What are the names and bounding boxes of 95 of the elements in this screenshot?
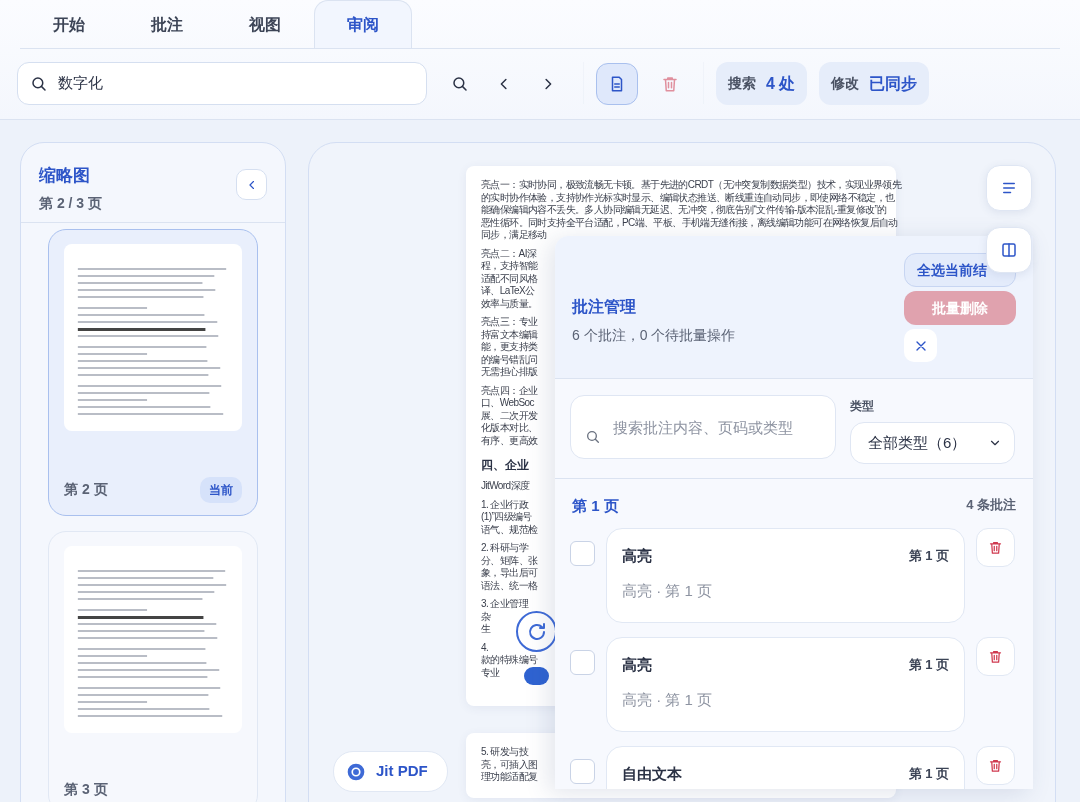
text-line: 程，支持智能: [481, 260, 538, 273]
annotation-count: 4 条批注: [966, 496, 1016, 514]
annotation-card[interactable]: 自由文本 第 1 页: [606, 745, 965, 789]
brand-name: Jit PDF: [376, 761, 428, 782]
trash-icon: [661, 74, 679, 93]
annotation-title: 自由文本: [622, 763, 682, 784]
text-line: 分、矩阵、张: [481, 554, 538, 567]
tab[interactable]: 开始: [20, 0, 118, 48]
columns-icon: [1000, 241, 1018, 259]
text-line: 亮点四：企业: [481, 384, 538, 397]
status-value: 4 处: [766, 73, 796, 94]
text-line: 的编号错乱问: [481, 353, 538, 366]
status-label: 搜索: [728, 74, 756, 93]
drag-handle[interactable]: [524, 666, 549, 685]
type-dropdown[interactable]: 全部类型（6）: [850, 422, 1015, 464]
section-heading: 四、企业: [481, 457, 529, 474]
status-value: 已同步: [869, 73, 918, 94]
text-line: 亮点三：专业: [481, 316, 538, 329]
search-field[interactable]: 数字化: [17, 62, 427, 105]
text-line: 能，更支持类: [481, 341, 538, 354]
checkbox[interactable]: [570, 649, 595, 675]
text-line: 化版本对比、: [481, 422, 538, 435]
panel-title: 批注管理: [572, 297, 637, 317]
text-line: 专业: [481, 666, 500, 679]
text-line: 同步，满足移动: [481, 229, 547, 242]
annotation-page: 第 1 页: [908, 547, 949, 565]
page-label: 第 3 页: [64, 779, 108, 799]
text-line: 语法、统一格: [481, 579, 538, 592]
annotation-meta: 高亮 · 第 1 页: [622, 690, 712, 710]
text-line: 1. 企业行政: [481, 498, 528, 511]
text-line: (1)”四级编号: [481, 511, 532, 524]
current-badge: 当前: [200, 476, 242, 503]
text-line: 口、WebSoc: [481, 397, 534, 410]
search-icon: [30, 74, 48, 93]
text-line: 的实时协作体验，支持协作光标实时显示、编辑状态推送、断线重连自动同步，即使网络不稳定，也: [481, 191, 895, 204]
filter-label: 类型: [850, 398, 874, 415]
text-line: 杂: [481, 610, 491, 623]
annotation-title: 高亮: [622, 654, 652, 675]
text-line: 5. 研发与技: [481, 746, 528, 759]
search-icon: [585, 428, 601, 445]
text-line: 2. 科研与学: [481, 542, 528, 555]
delete-button[interactable]: [976, 745, 1015, 785]
text-line: JitWord深度: [481, 480, 530, 493]
delete-button[interactable]: [976, 527, 1015, 567]
text-line: 效率与质量。: [481, 297, 538, 310]
annotation-page: 第 1 页: [908, 765, 949, 783]
text-line: 生: [481, 623, 491, 636]
logo-icon: [346, 761, 366, 782]
text-line: 恶性循环。同时支持全平台适配，PC端、平板、手机端无缝衔接，离线编辑功能可在网络恢复后自动: [481, 216, 898, 229]
text-line: 4.: [481, 641, 489, 654]
split-view-button[interactable]: [986, 227, 1032, 273]
collapse-button[interactable]: [236, 169, 267, 200]
text-line: 能确保编辑内容不丢失。多人协同编辑无延迟、无冲突，彻底告别“文件传输-版本混乱-重复修改”的: [481, 204, 887, 217]
checkbox[interactable]: [570, 758, 595, 784]
panel-summary: 6 个批注，0 个待批量操作: [572, 326, 736, 345]
text-line: 无需担心排版: [481, 366, 538, 379]
page-label: 第 2 页: [64, 480, 108, 499]
annotation-card[interactable]: 高亮 第 1 页 高亮 · 第 1 页: [606, 636, 965, 732]
text-line: 持富文本编辑: [481, 328, 538, 341]
checkbox[interactable]: [570, 540, 595, 566]
text-line: 亮点二：AI深: [481, 247, 537, 260]
group-title: 第 1 页: [572, 496, 619, 516]
text-line: 3. 企业管理: [481, 598, 528, 611]
sidebar-title: 缩略图: [39, 165, 91, 187]
tab[interactable]: 批注: [118, 0, 216, 48]
text-line: 语气、规范检: [481, 523, 538, 536]
outline-button[interactable]: [986, 165, 1032, 211]
text-line: 象，导出后可: [481, 567, 538, 580]
refresh-button[interactable]: [516, 611, 557, 652]
thumbnail-card[interactable]: 第 2 页 当前: [48, 228, 258, 516]
trash-icon: [988, 648, 1003, 664]
search-icon: [451, 74, 469, 93]
thumbnail-card[interactable]: 第 3 页: [48, 530, 258, 802]
text-line: 有序、更高效: [481, 434, 538, 447]
annotation-title: 高亮: [622, 545, 652, 566]
tab[interactable]: 审阅: [314, 0, 412, 48]
delete-button[interactable]: [976, 636, 1015, 676]
close-button[interactable]: [904, 329, 937, 362]
annotation-search-field[interactable]: 搜索批注内容、页码或类型: [570, 395, 836, 459]
tab[interactable]: 视图: [216, 0, 314, 48]
page-indicator: 第 2 / 3 页: [39, 193, 103, 213]
text-line: 亮，可插入图: [481, 758, 538, 771]
text-line: 理功能适配复: [481, 771, 538, 784]
annotation-meta: 高亮 · 第 1 页: [622, 581, 712, 601]
trash-icon: [988, 539, 1003, 555]
annotation-card[interactable]: 高亮 第 1 页 高亮 · 第 1 页: [606, 527, 965, 623]
text-line: 适配不同风格: [481, 272, 538, 285]
text-line: 亮点一：实时协同，极致流畅无卡顿。基于先进的CRDT（无冲突复制数据类型）技术，实现业界领先: [481, 179, 902, 192]
text-line: 款的特殊编号: [481, 654, 538, 667]
document-button[interactable]: [596, 62, 638, 105]
annotation-page: 第 1 页: [908, 656, 949, 674]
trash-icon: [988, 757, 1003, 773]
text-line: 译、LaTeX公: [481, 285, 535, 298]
text-line: 展、二次开发: [481, 409, 538, 422]
status-label: 修改: [831, 74, 860, 93]
